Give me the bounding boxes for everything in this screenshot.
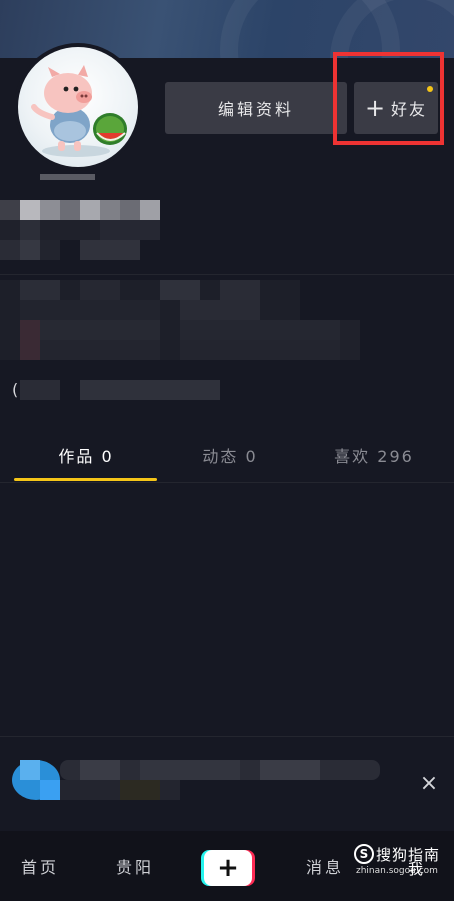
nav-messages[interactable]: 消息: [285, 831, 365, 901]
plus-icon: +: [204, 850, 252, 886]
pig-avatar-illustration: [31, 65, 127, 157]
sogou-watermark: S 搜狗指南 zhinan.sogou.com: [354, 844, 450, 880]
edit-profile-button[interactable]: 编辑资料: [165, 82, 347, 134]
watermark-url: zhinan.sogou.com: [356, 866, 438, 876]
tabs-divider: [0, 482, 454, 483]
sogou-logo-icon: S: [354, 844, 374, 864]
nav-home[interactable]: 首页: [0, 831, 80, 901]
avatar[interactable]: [18, 47, 138, 167]
cover-decoration: [330, 0, 454, 58]
close-icon[interactable]: ×: [416, 770, 442, 796]
create-video-button[interactable]: +: [201, 850, 255, 886]
active-tab-indicator: [14, 478, 157, 481]
highlight-annotation-box: [333, 52, 444, 145]
nav-city[interactable]: 贵阳: [95, 831, 175, 901]
profile-tabs: 作品 0 动态 0 喜欢 296: [0, 430, 454, 482]
tab-works[interactable]: 作品 0: [14, 430, 158, 480]
edit-profile-label: 编辑资料: [217, 100, 294, 119]
tab-likes[interactable]: 喜欢 296: [302, 430, 446, 480]
banner-divider: [0, 736, 454, 737]
tab-activity[interactable]: 动态 0: [158, 430, 302, 480]
nav-me[interactable]: 我: [408, 858, 423, 879]
bio-text-fragment: (: [12, 380, 19, 399]
